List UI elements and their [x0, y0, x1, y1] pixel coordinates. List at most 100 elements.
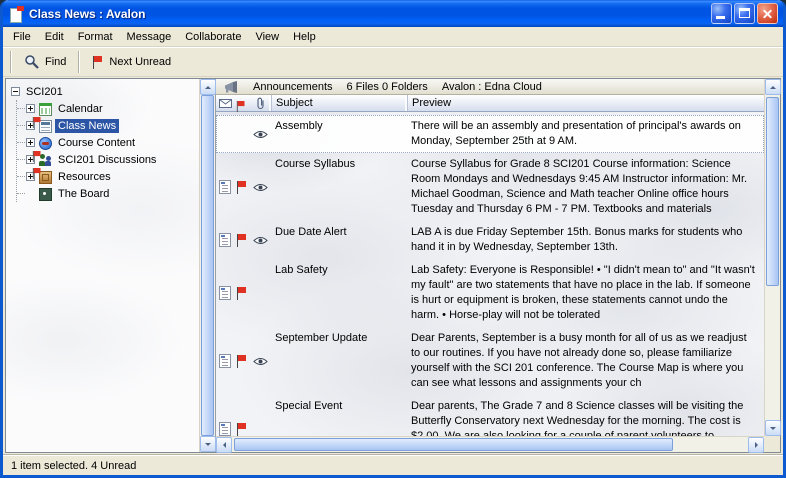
scrollbar-track[interactable] — [765, 95, 780, 420]
tree-item[interactable]: The Board — [17, 185, 199, 202]
calendar-icon — [39, 103, 52, 116]
tree-item[interactable]: SCI201 Discussions — [17, 151, 199, 168]
status-bar: 1 item selected. 4 Unread — [3, 455, 783, 475]
message-preview: Dear Parents, September is a busy month … — [407, 331, 764, 391]
maximize-button[interactable] — [734, 3, 755, 24]
list-summary-bar: Announcements 6 Files 0 Folders Avalon :… — [216, 79, 764, 95]
folder-tree: SCI201 Calendar Class News Course Conten… — [6, 79, 199, 452]
message-list-pane: Announcements 6 Files 0 Folders Avalon :… — [216, 79, 780, 452]
message-icon — [219, 233, 231, 247]
message-row[interactable]: Assembly There will be an assembly and p… — [216, 115, 764, 153]
arrow-up-icon — [770, 83, 776, 89]
viewed-eye-icon — [253, 130, 268, 139]
folder-tree-pane: SCI201 Calendar Class News Course Conten… — [6, 79, 216, 452]
tree-root-label[interactable]: SCI201 — [23, 85, 66, 99]
collapse-toggle-icon[interactable] — [11, 87, 20, 96]
viewed-eye-icon — [253, 357, 268, 366]
unread-flag-icon — [236, 287, 248, 300]
list-vertical-scrollbar[interactable] — [764, 79, 780, 436]
title-bar[interactable]: Class News : Avalon — [3, 0, 783, 27]
scrollbar-track[interactable] — [232, 437, 748, 452]
scroll-up-button[interactable] — [200, 79, 216, 95]
arrow-right-icon — [755, 442, 761, 448]
menu-item[interactable]: Message — [120, 28, 179, 46]
arrow-down-icon — [770, 427, 776, 433]
expand-toggle-icon[interactable] — [26, 104, 35, 113]
menu-bar: FileEditFormatMessageCollaborateViewHelp — [3, 27, 783, 47]
minimize-button[interactable] — [711, 3, 732, 24]
menu-item[interactable]: Edit — [38, 28, 71, 46]
message-row[interactable]: Due Date Alert LAB A is due Friday Septe… — [216, 221, 764, 259]
list-horizontal-scrollbar[interactable] — [216, 436, 764, 452]
paperclip-icon — [256, 97, 265, 110]
message-preview: LAB A is due Friday September 15th. Bonu… — [407, 225, 764, 255]
expand-toggle-icon[interactable] — [26, 138, 35, 147]
tree-item-label[interactable]: Resources — [55, 170, 114, 184]
scrollbar-corner — [764, 436, 780, 452]
tree-item-label[interactable]: SCI201 Discussions — [55, 153, 159, 167]
scrollbar-track[interactable] — [200, 95, 215, 436]
tree-item[interactable]: Class News — [17, 117, 199, 134]
message-preview: Course Syllabus for Grade 8 SCI201 Cours… — [407, 157, 764, 217]
tree-root-item[interactable]: SCI201 — [11, 83, 199, 100]
window-controls — [711, 3, 778, 24]
app-window: Class News : Avalon FileEditFormatMessag… — [0, 0, 786, 478]
message-preview: Dear parents, The Grade 7 and 8 Science … — [407, 399, 764, 436]
toolbar-separator — [10, 51, 12, 73]
tree-vertical-scrollbar[interactable] — [199, 79, 215, 452]
column-subject[interactable]: Subject — [271, 95, 407, 111]
message-preview: There will be an assembly and presentati… — [407, 119, 764, 149]
board-icon — [39, 188, 52, 201]
message-row[interactable]: Lab Safety Lab Safety: Everyone is Respo… — [216, 259, 764, 327]
main-split: SCI201 Calendar Class News Course Conten… — [5, 78, 781, 453]
column-preview[interactable]: Preview — [407, 95, 764, 111]
tree-item-label[interactable]: Calendar — [55, 102, 106, 116]
menu-item[interactable]: Help — [286, 28, 323, 46]
tree-item[interactable]: Resources — [17, 168, 199, 185]
scrollbar-thumb[interactable] — [201, 95, 214, 436]
scroll-down-button[interactable] — [765, 420, 781, 436]
menu-item[interactable]: Format — [71, 28, 120, 46]
unread-flag-icon — [32, 168, 42, 179]
scroll-up-button[interactable] — [765, 79, 781, 95]
column-unread-flag[interactable] — [234, 95, 249, 111]
toolbar-separator — [78, 51, 80, 73]
column-attachment[interactable] — [249, 95, 271, 111]
scroll-left-button[interactable] — [216, 437, 232, 453]
message-icon — [219, 422, 231, 436]
scrollbar-thumb[interactable] — [766, 97, 779, 286]
menu-item[interactable]: File — [6, 28, 38, 46]
tree-item[interactable]: Course Content — [17, 134, 199, 151]
message-subject: September Update — [271, 331, 407, 391]
message-row[interactable]: Course Syllabus Course Syllabus for Grad… — [216, 153, 764, 221]
toolbar: Find Next Unread — [3, 47, 783, 77]
next-unread-button[interactable]: Next Unread — [84, 52, 179, 73]
tree-item-label[interactable]: Course Content — [55, 136, 138, 150]
message-preview: Lab Safety: Everyone is Responsible! • "… — [407, 263, 764, 323]
app-icon — [8, 6, 24, 22]
column-message-icon[interactable] — [216, 95, 234, 111]
message-icon — [219, 180, 231, 194]
scrollbar-thumb[interactable] — [234, 438, 673, 451]
unread-flag-icon — [32, 151, 42, 162]
unread-flag-icon — [32, 117, 42, 128]
menu-item[interactable]: Collaborate — [178, 28, 248, 46]
scroll-down-button[interactable] — [200, 436, 216, 452]
message-row[interactable]: Special Event Dear parents, The Grade 7 … — [216, 395, 764, 436]
message-row[interactable]: September Update Dear Parents, September… — [216, 327, 764, 395]
find-label: Find — [45, 56, 66, 68]
menu-item[interactable]: View — [248, 28, 286, 46]
conference-name: Announcements — [253, 81, 333, 93]
scroll-right-button[interactable] — [748, 437, 764, 453]
location-path: Avalon : Edna Cloud — [442, 81, 542, 93]
minimize-icon — [716, 16, 725, 19]
find-button[interactable]: Find — [16, 50, 74, 74]
tree-item[interactable]: Calendar — [17, 100, 199, 117]
close-button[interactable] — [757, 3, 778, 24]
unread-flag-icon — [236, 355, 248, 368]
search-icon — [24, 54, 40, 70]
tree-item-label[interactable]: Class News — [55, 119, 119, 133]
tree-item-label[interactable]: The Board — [55, 187, 112, 201]
maximize-icon — [739, 8, 750, 18]
message-icon — [219, 354, 231, 368]
